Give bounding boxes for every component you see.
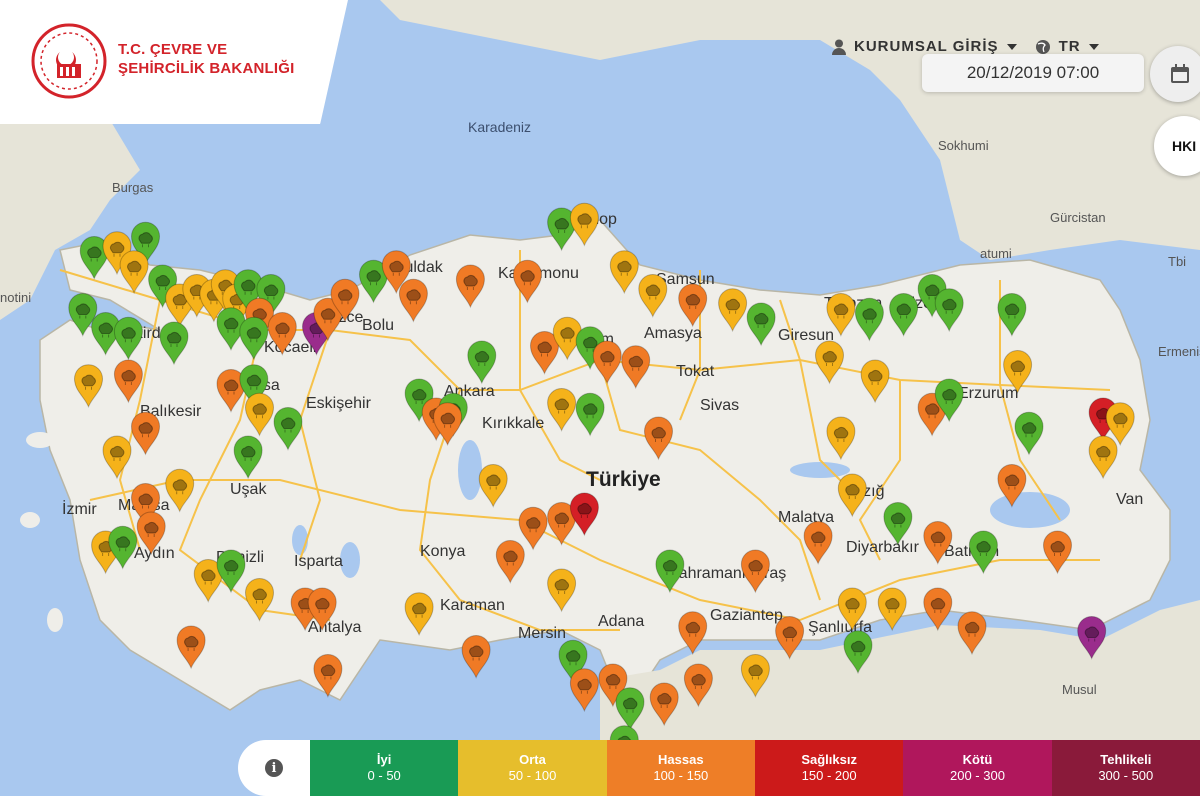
legend-item-range: 200 - 300: [950, 768, 1005, 783]
map-label: Kırıkkale: [482, 415, 544, 432]
legend-item-range: 100 - 150: [653, 768, 709, 783]
map-label: Diyarbakır: [846, 539, 920, 556]
map-label: Eskişehir: [306, 395, 372, 412]
calendar-button[interactable]: [1150, 46, 1200, 102]
chevron-down-icon: [1006, 43, 1017, 50]
info-icon: i: [265, 759, 283, 777]
map-label: Adana: [598, 613, 644, 630]
map-label: Amasya: [644, 325, 702, 342]
legend-item-range: 150 - 200: [801, 768, 857, 783]
map-label: Karaman: [440, 597, 505, 614]
login-label: KURUMSAL GİRİŞ: [854, 38, 999, 55]
map-label: Bolu: [362, 317, 394, 334]
map-label: Antalya: [308, 619, 361, 636]
legend-item-name: Orta: [519, 752, 546, 767]
lake-egirdir: [292, 525, 308, 555]
legend-item-name: Kötü: [962, 752, 993, 767]
map-label: İzmir: [62, 499, 97, 518]
map-label: Musul: [1062, 682, 1097, 697]
login-menu[interactable]: KURUMSAL GİRİŞ: [832, 38, 1017, 55]
info-button[interactable]: i: [238, 740, 310, 796]
language-label: TR: [1058, 38, 1081, 55]
legend-item: İyi 0 - 50: [310, 740, 459, 796]
legend-item: Sağlıksız 150 - 200: [754, 740, 904, 796]
map-label: Van: [1116, 491, 1143, 508]
map-label: Karadeniz: [468, 119, 531, 135]
legend-item-range: 300 - 500: [1098, 768, 1154, 783]
map-label: Sivas: [700, 397, 739, 414]
map-label: Tbi: [1168, 254, 1186, 269]
language-menu[interactable]: TR: [1035, 38, 1099, 55]
datetime-field[interactable]: 20/12/2019 07:00: [922, 54, 1144, 92]
map-label: Uşak: [230, 481, 267, 498]
air-quality-station-marker[interactable]: [877, 587, 907, 632]
lake-tuz: [458, 440, 482, 500]
legend-items: İyi 0 - 50 Orta 50 - 100 Hassas 100 - 150 Sağl…: [310, 740, 1200, 796]
map-label: Ermenistan: [1158, 344, 1200, 359]
lake-beysehir: [340, 542, 360, 578]
map-label: Tokat: [676, 363, 715, 380]
globe-icon: [1035, 39, 1050, 54]
user-icon: [832, 39, 846, 55]
island: [20, 512, 40, 528]
legend-item-name: Hassas: [658, 752, 704, 767]
legend-item-range: 50 - 100: [508, 768, 557, 783]
legend-item-name: Tehlikeli: [1100, 752, 1152, 767]
legend-item: Orta 50 - 100: [458, 740, 607, 796]
lake-keban: [790, 462, 850, 478]
org-name-line2: ŞEHİRCİLİK BAKANLIĞI: [118, 60, 295, 77]
map-label: Gaziantep: [710, 607, 783, 624]
map-label: Sokhumi: [938, 138, 989, 153]
org-name: T.C. ÇEVRE VE ŞEHİRCİLİK BAKANLIĞI: [118, 40, 295, 78]
chevron-down-icon: [1088, 43, 1099, 50]
map-label: Burgas: [112, 180, 154, 195]
air-quality-station-marker[interactable]: [461, 635, 491, 679]
map-label: Konya: [420, 543, 465, 560]
ministry-logo: [31, 23, 107, 99]
top-bar: KURUMSAL GİRİŞ TR: [832, 38, 1099, 55]
map-label: atumi: [980, 246, 1012, 261]
air-quality-station-marker[interactable]: [569, 668, 599, 713]
map-label: Isparta: [294, 553, 343, 570]
calendar-icon: [1171, 64, 1189, 83]
legend-item: Hassas 100 - 150: [606, 740, 755, 796]
island: [47, 608, 63, 632]
lake-van: [990, 492, 1070, 528]
brand-header: T.C. ÇEVRE VE ŞEHİRCİLİK BAKANLIĞI: [0, 0, 348, 124]
island: [26, 432, 54, 448]
legend-item-name: Sağlıksız: [801, 752, 857, 767]
map-label: Türkiye: [586, 468, 661, 491]
map-label: notini: [0, 290, 31, 305]
aqi-legend: i İyi 0 - 50 Orta 50 - 100 Hassas 100 - 150 Sa…: [238, 740, 1200, 796]
map-label: Gürcistan: [1050, 210, 1106, 225]
map-label: Erzurum: [958, 385, 1018, 402]
legend-item: Tehlikeli 300 - 500: [1051, 740, 1200, 796]
legend-item-range: 0 - 50: [367, 768, 401, 783]
map-label: Mersin: [518, 625, 566, 642]
legend-item-name: İyi: [376, 752, 392, 767]
legend-item: Kötü 200 - 300: [903, 740, 1052, 796]
air-quality-station-marker[interactable]: [923, 587, 953, 632]
org-name-line1: T.C. ÇEVRE VE: [118, 41, 228, 58]
